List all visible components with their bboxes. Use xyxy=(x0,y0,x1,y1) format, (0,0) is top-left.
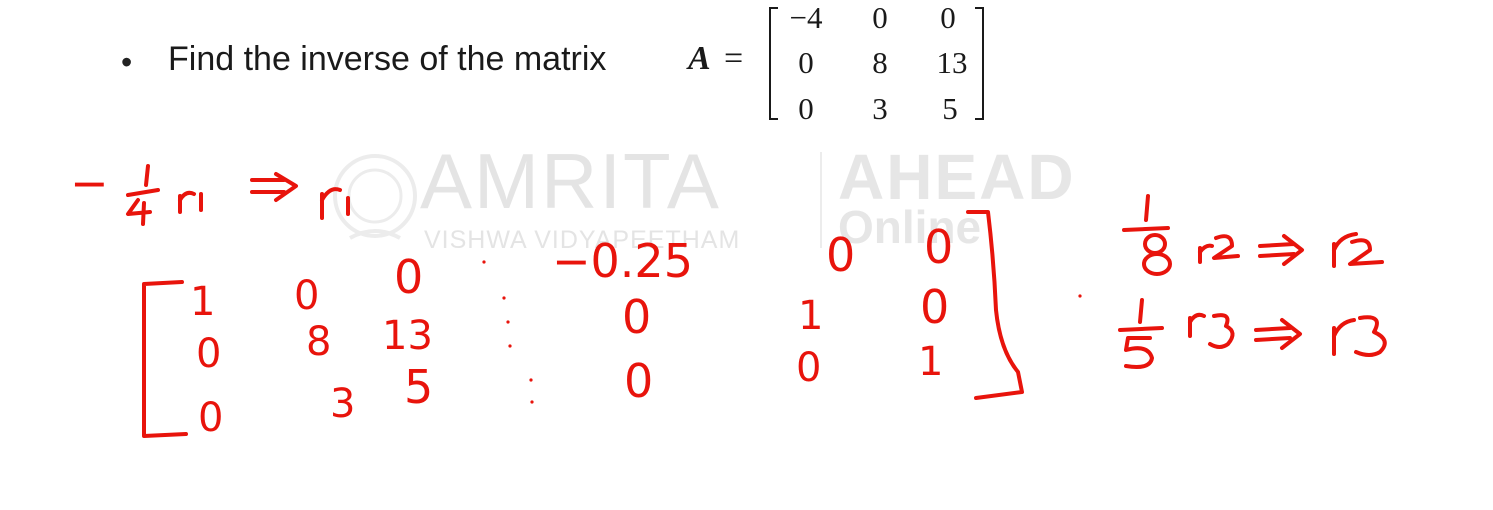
aug-cell: 0 xyxy=(624,354,654,408)
aug-cell: 0 xyxy=(796,345,822,391)
aug-cell: 0 xyxy=(924,220,954,274)
aug-cell: 0 xyxy=(920,280,950,334)
aug-cell: 0 xyxy=(622,290,652,344)
slide: • Find the inverse of the matrix A = −4 … xyxy=(0,0,1493,510)
aug-cell: −0.25 xyxy=(552,234,693,288)
aug-cell: 1 xyxy=(190,279,216,325)
aug-cell: 13 xyxy=(382,313,433,359)
aug-cell: 1 xyxy=(918,339,944,385)
aug-cell: 0 xyxy=(394,250,424,304)
aug-cell: 1 xyxy=(798,293,824,339)
handwriting-strokes xyxy=(126,164,1387,438)
aug-cell: 0 xyxy=(198,395,224,441)
aug-cell: 8 xyxy=(306,319,332,365)
aug-cell: 5 xyxy=(404,360,434,414)
aug-cell: 0 xyxy=(294,273,320,319)
aug-cell: 0 xyxy=(826,228,856,282)
aug-cell: 3 xyxy=(330,381,356,427)
aug-cell: 0 xyxy=(196,331,222,377)
